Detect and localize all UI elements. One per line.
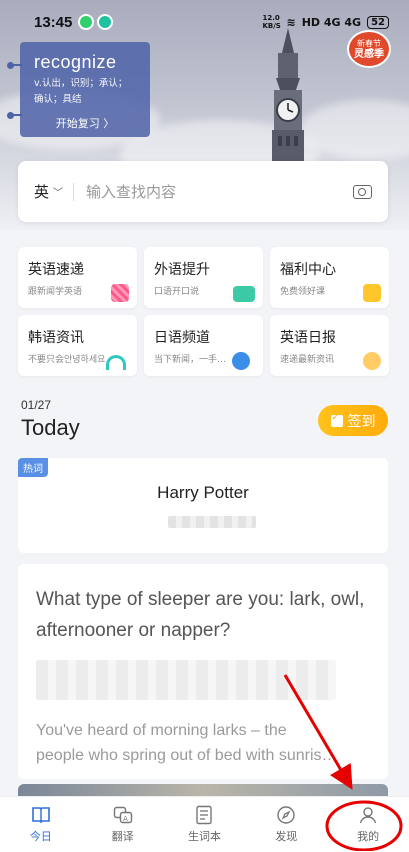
nav-discover[interactable]: 发现: [245, 797, 327, 852]
feature-title: 韩语资讯: [28, 330, 84, 346]
language-selector[interactable]: 英 ﹀: [34, 181, 63, 202]
signal-indicator: HD 4G 4G: [301, 15, 362, 29]
feature-title: 福利中心: [280, 262, 336, 278]
redacted-text: [168, 516, 256, 528]
search-input[interactable]: [84, 181, 353, 202]
checkin-button[interactable]: 签到: [318, 405, 388, 436]
article-excerpt-line: people who spring out of bed with sunris…: [36, 747, 338, 764]
wifi-icon: ≋: [286, 15, 296, 29]
hot-word-title: Harry Potter: [157, 483, 249, 502]
checkin-label: 签到: [347, 413, 376, 430]
feature-title: 日语频道: [154, 330, 210, 346]
compass-icon: [277, 806, 295, 824]
nav-vocabulary[interactable]: 生词本: [164, 797, 246, 852]
promo-badge[interactable]: 新春节 灵感季: [347, 30, 391, 68]
status-time: 13:45: [34, 13, 73, 31]
book-open-icon: [32, 807, 50, 824]
feature-tile-japanese-channel[interactable]: 日语频道 当下新闻，一手…: [144, 315, 263, 376]
word-meaning: v.认出，识别；承认；确认；具结: [34, 78, 128, 105]
nav-label: 发现: [275, 830, 298, 843]
feature-tile-english-daily[interactable]: 英语日报 速递最新资讯: [270, 315, 389, 376]
next-card-image: [18, 784, 388, 796]
bottom-nav: 今日 A 翻译 生词本 发现 我的: [0, 796, 409, 852]
divider: [73, 182, 75, 201]
calendar-check-icon: [330, 412, 343, 427]
start-review-link[interactable]: 开始复习 〉: [34, 115, 136, 131]
headphone-icon: [106, 355, 126, 370]
promo-line1: 新春节: [357, 39, 381, 48]
article-title: What type of sleeper are you: lark, owl,…: [36, 589, 365, 641]
feature-title: 英语日报: [280, 330, 336, 346]
today-heading: Today: [21, 415, 80, 440]
nav-label: 今日: [29, 830, 52, 843]
doraemon-icon: [232, 352, 250, 370]
notification-icon: [97, 14, 114, 30]
network-speed: 12.0 KB/S: [262, 14, 281, 30]
nav-profile[interactable]: 我的: [327, 797, 409, 852]
translate-icon: A: [113, 806, 132, 824]
search-bar: 英 ﹀: [18, 161, 388, 222]
feature-tile-welfare-center[interactable]: 福利中心 免费领好课: [270, 247, 389, 308]
notification-icon: [78, 14, 95, 30]
status-bar: 13:45 12.0 KB/S ≋ HD 4G 4G 52: [0, 0, 409, 44]
feature-title: 英语速递: [28, 262, 84, 278]
article-excerpt: You've heard of morning larks – the peop…: [36, 718, 370, 768]
feature-title: 外语提升: [154, 262, 210, 278]
article-excerpt-line: You've heard of morning larks – the: [36, 722, 287, 739]
language-label: 英: [34, 183, 50, 201]
svg-text:A: A: [123, 815, 128, 823]
feature-grid: 英语速递 跟新闻学英语 外语提升 口语开口说 福利中心 免费领好课 韩语资讯 不…: [18, 247, 390, 376]
user-icon: [359, 807, 377, 824]
gift-box-icon: [363, 284, 381, 302]
gift-icon: [111, 284, 129, 302]
nav-translate[interactable]: A 翻译: [82, 797, 164, 852]
chevron-down-icon: ﹀: [53, 188, 64, 199]
camera-icon[interactable]: [353, 184, 372, 199]
book-icon: [233, 286, 255, 302]
notebook-icon: [196, 805, 213, 825]
daily-word: recognize: [34, 52, 117, 72]
hot-word-card[interactable]: 热词 Harry Potter: [18, 458, 388, 553]
today-date: 01/27: [21, 398, 52, 412]
daily-word-card[interactable]: recognize v.认出，识别；承认；确认；具结 开始复习 〉: [20, 42, 150, 137]
feature-tile-english-express[interactable]: 英语速递 跟新闻学英语: [18, 247, 137, 308]
feature-tile-korean-news[interactable]: 韩语资讯 不要只会안녕하세요: [18, 315, 137, 376]
redacted-text: [36, 660, 336, 700]
nav-label: 翻译: [111, 830, 134, 843]
nav-today[interactable]: 今日: [0, 797, 82, 852]
status-indicators: 12.0 KB/S ≋ HD 4G 4G 52: [262, 14, 389, 30]
promo-line2: 灵感季: [354, 49, 384, 60]
nav-label: 我的: [357, 830, 380, 843]
hot-tag: 热词: [18, 458, 48, 477]
big-ben-illustration: [272, 28, 304, 178]
battery-indicator: 52: [367, 15, 389, 29]
girl-avatar-icon: [363, 352, 381, 370]
nav-label: 生词本: [187, 830, 221, 843]
feature-tile-language-boost[interactable]: 外语提升 口语开口说: [144, 247, 263, 308]
article-card[interactable]: What type of sleeper are you: lark, owl,…: [18, 564, 388, 779]
